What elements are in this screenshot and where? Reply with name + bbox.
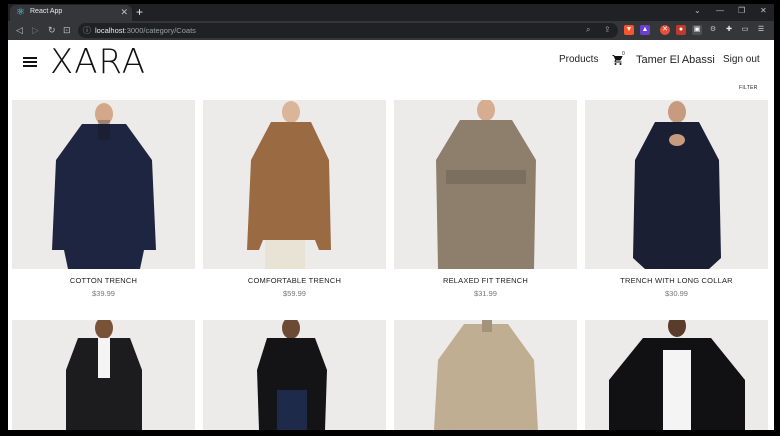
settings-gear-icon[interactable]: ⚙ [708, 25, 718, 35]
extensions-puzzle-icon[interactable]: ✚ [724, 25, 734, 35]
forward-icon[interactable]: ▷ [32, 25, 39, 35]
user-name[interactable]: Tamer El Abassi [636, 54, 715, 66]
product-name[interactable]: TRENCH WITH LONG COLLAR [585, 276, 768, 285]
cart-count-badge: 0 [622, 51, 625, 57]
restore-icon[interactable]: ❐ [738, 6, 745, 16]
product-price: $59.99 [283, 289, 306, 298]
sign-out-link[interactable]: Sign out [723, 54, 760, 65]
product-card[interactable]: RELAXED FIT TRENCH $31.99 [394, 100, 577, 298]
menu-dots-icon[interactable]: ☰ [756, 25, 766, 35]
product-card[interactable] [203, 320, 386, 430]
url-text[interactable]: localhost:3000/category/Coats [95, 26, 196, 35]
new-tab-icon[interactable]: + [136, 5, 143, 19]
brave-rewards-icon[interactable]: ▲ [640, 25, 650, 35]
product-card[interactable] [394, 320, 577, 430]
search-icon[interactable]: ⌕ [586, 25, 590, 35]
site-info-icon[interactable]: ⓘ [83, 25, 91, 36]
chevron-down-icon[interactable]: ⌄ [694, 6, 701, 16]
product-image[interactable] [394, 100, 577, 269]
reload-icon[interactable]: ↻ [48, 25, 56, 35]
extension-square-icon[interactable]: ▣ [692, 25, 702, 35]
site-logo[interactable]: XARA [50, 42, 146, 82]
hamburger-menu-icon[interactable] [23, 57, 37, 67]
product-image[interactable] [585, 100, 768, 269]
browser-window: ⚛ React App ✕ + ⌄ — ❐ ✕ ◁ ▷ ↻ ⊡ ⓘ localh… [8, 4, 774, 430]
wallet-icon[interactable]: ▭ [740, 25, 750, 35]
product-card[interactable]: TRENCH WITH LONG COLLAR $30.99 [585, 100, 768, 298]
product-image[interactable] [12, 100, 195, 269]
react-icon: ⚛ [16, 7, 25, 18]
minimize-icon[interactable]: — [716, 6, 724, 16]
brave-shield-icon[interactable]: ▼ [624, 25, 634, 35]
tab-strip: ⚛ React App ✕ + ⌄ — ❐ ✕ [8, 4, 774, 21]
bookmark-icon[interactable]: ⊡ [63, 25, 71, 35]
product-image[interactable] [203, 100, 386, 269]
share-icon[interactable]: ⇪ [604, 25, 611, 34]
product-image[interactable] [394, 320, 577, 430]
product-image[interactable] [12, 320, 195, 430]
back-icon[interactable]: ◁ [16, 25, 23, 35]
tab-react-app[interactable]: ⚛ React App ✕ [10, 5, 132, 21]
web-page: XARA Products 0 Tamer El Abassi Sign out… [8, 40, 774, 430]
product-name[interactable]: COMFORTABLE TRENCH [203, 276, 386, 285]
product-name[interactable]: COTTON TRENCH [12, 276, 195, 285]
filter-button[interactable]: FILTER [739, 85, 758, 91]
close-icon[interactable]: ✕ [120, 7, 128, 17]
tab-title: React App [30, 8, 63, 15]
nav-products-link[interactable]: Products [559, 54, 598, 65]
window-close-icon[interactable]: ✕ [760, 6, 767, 16]
extension-record-icon[interactable]: ● [676, 25, 686, 35]
product-name[interactable]: RELAXED FIT TRENCH [394, 276, 577, 285]
product-card[interactable] [12, 320, 195, 430]
product-card[interactable]: COMFORTABLE TRENCH $59.99 [203, 100, 386, 298]
product-price: $30.99 [665, 289, 688, 298]
product-price: $39.99 [92, 289, 115, 298]
address-bar[interactable]: ⓘ localhost:3000/category/Coats ⌕ ⇪ [78, 23, 618, 38]
product-image[interactable] [203, 320, 386, 430]
extension-red-icon[interactable]: ✕ [660, 25, 670, 35]
product-card[interactable] [585, 320, 768, 430]
product-image[interactable] [585, 320, 768, 430]
browser-toolbar: ◁ ▷ ↻ ⊡ ⓘ localhost:3000/category/Coats … [8, 21, 774, 40]
product-card[interactable]: COTTON TRENCH $39.99 [12, 100, 195, 298]
product-price: $31.99 [474, 289, 497, 298]
